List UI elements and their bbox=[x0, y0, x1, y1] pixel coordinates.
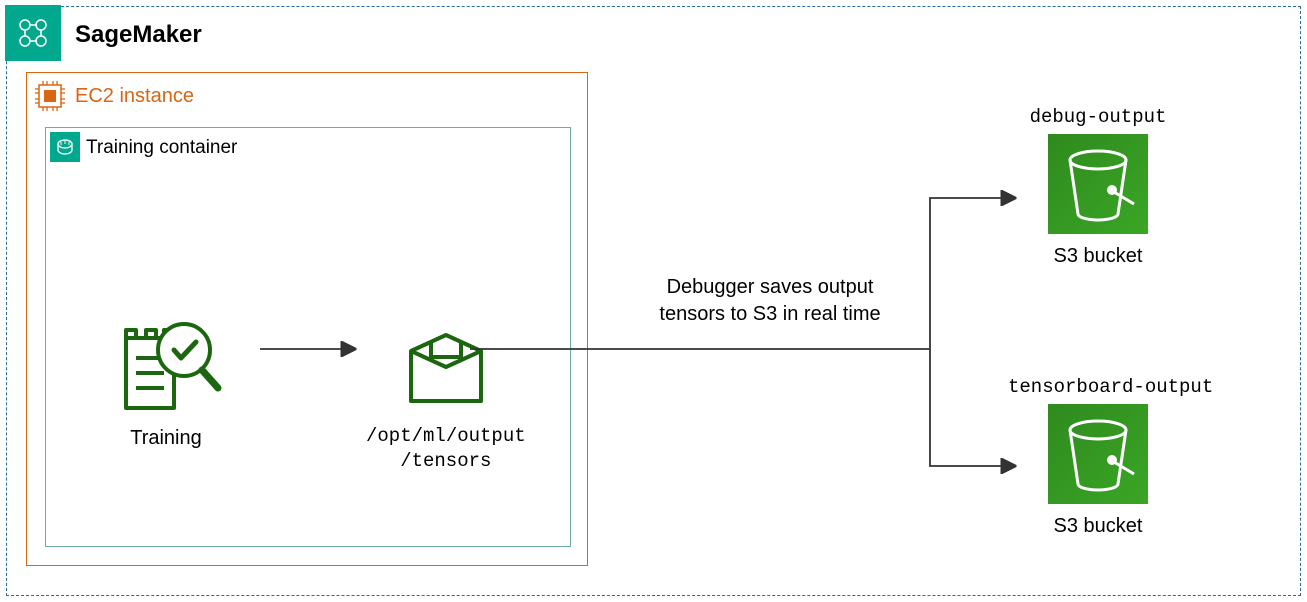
sagemaker-title: SageMaker bbox=[75, 21, 202, 49]
ec2-instance-box: EC2 instance Training container bbox=[26, 72, 588, 566]
ec2-icon bbox=[32, 78, 68, 114]
debug-output-bucket: debug-output S3 bucket bbox=[1008, 106, 1188, 268]
s3-bucket-icon bbox=[1048, 134, 1148, 234]
training-icon bbox=[106, 308, 226, 418]
bucket2-title: tensorboard-output bbox=[1008, 376, 1188, 398]
tensors-path: /opt/ml/output /tensors bbox=[366, 424, 526, 473]
bucket2-label: S3 bucket bbox=[1008, 515, 1188, 538]
tensors-path-line1: /opt/ml/output bbox=[366, 424, 526, 449]
bucket1-label: S3 bucket bbox=[1008, 245, 1188, 268]
training-container-title: Training container bbox=[86, 137, 237, 159]
training-container-icon bbox=[50, 132, 80, 162]
flow-description: Debugger saves output tensors to S3 in r… bbox=[640, 274, 900, 328]
bucket1-title: debug-output bbox=[1008, 106, 1188, 128]
box-icon bbox=[396, 323, 496, 413]
tensors-node: /opt/ml/output /tensors bbox=[366, 323, 526, 473]
training-label: Training bbox=[106, 427, 226, 450]
tensors-path-line2: /tensors bbox=[366, 449, 526, 474]
ec2-title: EC2 instance bbox=[75, 85, 194, 108]
training-container-box: Training container Training bbox=[45, 127, 571, 547]
sagemaker-icon bbox=[5, 5, 61, 61]
training-node: Training bbox=[106, 308, 226, 450]
s3-bucket-icon bbox=[1048, 404, 1148, 504]
tensorboard-output-bucket: tensorboard-output S3 bucket bbox=[1008, 376, 1188, 538]
